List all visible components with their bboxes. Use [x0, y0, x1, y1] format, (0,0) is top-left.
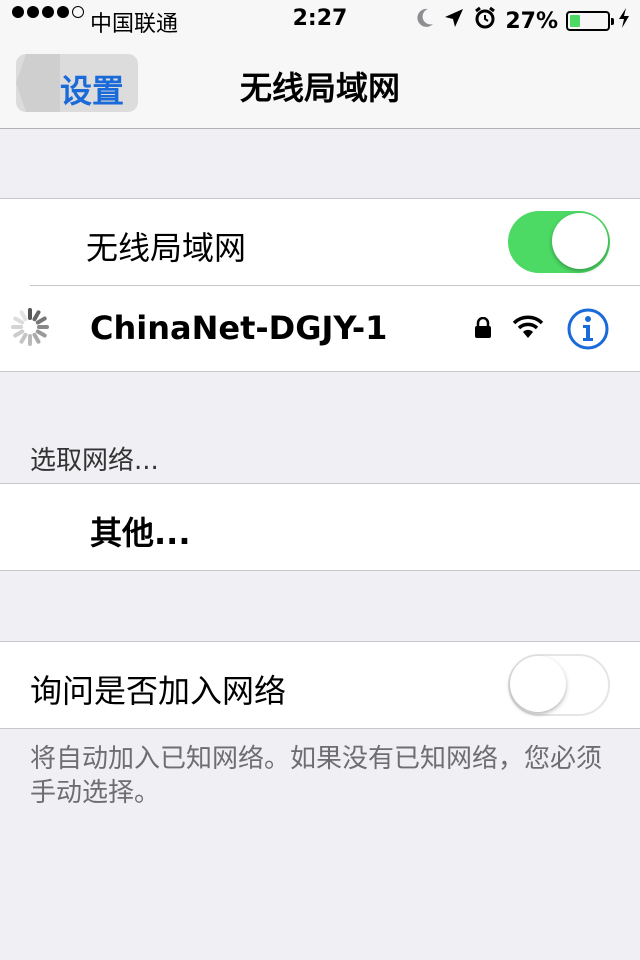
ask-join-group: 询问是否加入网络 — [0, 641, 640, 729]
ask-join-label: 询问是否加入网络 — [30, 672, 287, 710]
other-network-group: 其他... — [0, 483, 640, 571]
ask-join-toggle[interactable] — [508, 654, 610, 716]
wifi-group: 无线局域网 ChinaNet-DGJY-1 — [0, 198, 640, 372]
wifi-toggle[interactable] — [508, 211, 610, 273]
wifi-toggle-row: 无线局域网 — [0, 199, 640, 285]
other-network-label: 其他... — [90, 514, 191, 552]
ask-join-footer: 将自动加入已知网络。如果没有已知网络，您必须手动选择。 — [30, 744, 603, 808]
network-row-chinanet[interactable]: ChinaNet-DGJY-1 — [0, 285, 640, 371]
lock-icon — [475, 317, 491, 338]
battery-percent: 27% — [505, 8, 558, 34]
network-name: ChinaNet-DGJY-1 — [90, 309, 388, 347]
page-title: 无线局域网 — [239, 69, 400, 107]
info-icon[interactable] — [566, 307, 610, 351]
status-bar: 中国联通 2:27 27% — [0, 0, 640, 40]
choose-network-header: 选取网络... — [30, 446, 159, 476]
location-arrow-icon — [443, 7, 465, 35]
ask-join-row: 询问是否加入网络 — [0, 642, 640, 728]
navigation-bar: 设置 无线局域网 — [0, 40, 640, 129]
charging-bolt-icon — [618, 7, 630, 35]
wifi-signal-icon — [512, 315, 544, 338]
battery-icon — [566, 11, 614, 31]
other-network-row[interactable]: 其他... — [0, 484, 640, 570]
loading-spinner-icon — [11, 308, 49, 346]
moon-icon — [415, 7, 435, 35]
wifi-toggle-label: 无线局域网 — [86, 229, 247, 267]
alarm-clock-icon — [473, 6, 497, 36]
